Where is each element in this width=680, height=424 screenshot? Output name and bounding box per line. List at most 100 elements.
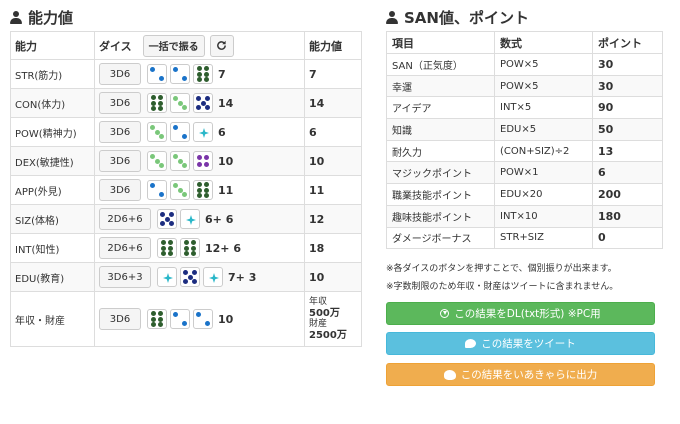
header-value: 能力値: [304, 31, 362, 60]
user-icon: [386, 11, 398, 24]
die-face-6[interactable]: [180, 238, 200, 258]
pip: [196, 154, 202, 160]
san-row: 耐久力 (CON+SIZ)÷2 13: [386, 139, 663, 163]
pip: [196, 104, 202, 110]
pip: [196, 162, 202, 168]
download-txt-button[interactable]: この結果をDL(txt形式) ※PC用: [386, 302, 655, 325]
pip: [196, 66, 202, 72]
die-face-6[interactable]: [147, 309, 167, 329]
header-point: ポイント: [592, 31, 663, 54]
die-face-1[interactable]: [203, 267, 223, 287]
pip: [191, 240, 197, 246]
die-face-3[interactable]: [147, 151, 167, 171]
pip: [173, 183, 178, 188]
pip: [173, 154, 178, 159]
die-face-1[interactable]: [193, 122, 213, 142]
ability-row: DEX(敏捷性) 3D6 10 10: [10, 146, 362, 176]
san-row: アイデア INT×5 90: [386, 96, 663, 120]
pip: [168, 250, 174, 256]
die-face-6[interactable]: [157, 238, 177, 258]
pip: [191, 270, 197, 276]
pip: [158, 75, 164, 81]
die-face-2[interactable]: [170, 64, 190, 84]
dice-result: 6+ 6: [205, 212, 234, 226]
die-face-6[interactable]: [147, 93, 167, 113]
iachara-export-button[interactable]: この結果をいあきゃらに出力: [386, 363, 655, 386]
ability-section-title: 能力値: [10, 7, 73, 28]
dice-result: 12+ 6: [205, 241, 242, 255]
pip: [183, 278, 189, 284]
roll-dice-button[interactable]: 3D6: [99, 308, 141, 330]
die-face-3[interactable]: [170, 93, 190, 113]
twitter-icon: [465, 339, 477, 348]
pip: [150, 67, 156, 73]
die-face-1[interactable]: [180, 209, 200, 229]
die-face-5[interactable]: [193, 93, 213, 113]
ability-dice-cell: 3D6 7: [94, 59, 305, 89]
roll-dice-button[interactable]: 3D6: [99, 179, 141, 201]
die-face-3[interactable]: [170, 180, 190, 200]
die-face-3[interactable]: [170, 151, 190, 171]
die-face-5[interactable]: [180, 267, 200, 287]
san-point: 180: [592, 204, 663, 228]
die-face-2[interactable]: [170, 309, 190, 329]
pip: [160, 245, 166, 251]
tweet-button[interactable]: この結果をツイート: [386, 332, 655, 355]
pip: [204, 104, 210, 110]
pip: [204, 96, 210, 102]
roll-all-button[interactable]: 一括で振る: [142, 34, 205, 57]
pip: [160, 212, 166, 218]
download-label: この結果をDL(txt形式) ※PC用: [454, 308, 601, 320]
roll-dice-button[interactable]: 3D6+3: [99, 266, 151, 288]
die-face-3[interactable]: [147, 122, 167, 142]
star-pip: [209, 273, 219, 283]
roll-dice-button[interactable]: 3D6: [99, 63, 141, 85]
roll-dice-button[interactable]: 3D6: [99, 121, 141, 143]
ability-title: 能力値: [28, 9, 74, 27]
roll-dice-button[interactable]: 2D6+6: [99, 237, 151, 259]
die-face-1[interactable]: [157, 267, 177, 287]
pip: [196, 182, 202, 188]
pip: [168, 240, 174, 246]
ability-name: POW(精神力): [10, 117, 95, 147]
refresh-button[interactable]: [209, 34, 234, 57]
pip: [204, 192, 210, 198]
roll-dice-button[interactable]: 2D6+6: [99, 208, 151, 230]
ability-value: 6: [304, 117, 362, 147]
ability-name: INT(知性): [10, 233, 95, 263]
die-face-2[interactable]: [193, 309, 213, 329]
die-face-6[interactable]: [193, 64, 213, 84]
die-face-4[interactable]: [193, 151, 213, 171]
san-point: 90: [592, 96, 663, 120]
header-name: 能力: [10, 31, 95, 60]
value-caption: 財産: [309, 319, 328, 329]
pip: [168, 212, 174, 218]
pip: [158, 321, 164, 327]
san-point: 0: [592, 226, 663, 250]
ability-dice-cell: 3D6 6: [94, 117, 305, 147]
san-formula: POW×1: [494, 161, 593, 185]
ability-name: EDU(教育): [10, 262, 95, 292]
dice-result: 7: [218, 67, 226, 81]
die-face-6[interactable]: [193, 180, 213, 200]
dice-result: 14: [218, 96, 234, 110]
die-face-2[interactable]: [147, 64, 167, 84]
pip: [173, 96, 178, 101]
pip: [150, 316, 156, 322]
die-face-2[interactable]: [147, 180, 167, 200]
san-formula: (CON+SIZ)÷2: [494, 139, 593, 163]
die-face-2[interactable]: [170, 122, 190, 142]
san-formula: EDU×5: [494, 118, 593, 141]
roll-dice-button[interactable]: 3D6: [99, 150, 141, 172]
value-caption: 年収: [309, 297, 328, 307]
die-face-5[interactable]: [157, 209, 177, 229]
header-dice-label: ダイス: [99, 39, 132, 53]
roll-dice-button[interactable]: 3D6: [99, 92, 141, 114]
note-tweet-limit: ※字数制限のため年収・財産はツイートに含まれません。: [386, 282, 619, 292]
dice-result: 6: [218, 125, 226, 139]
pip: [159, 163, 164, 168]
ability-value: 10: [304, 146, 362, 176]
dice-result: 10: [218, 154, 234, 168]
san-item: 耐久力: [386, 139, 495, 163]
dice-result: 10: [218, 312, 234, 326]
